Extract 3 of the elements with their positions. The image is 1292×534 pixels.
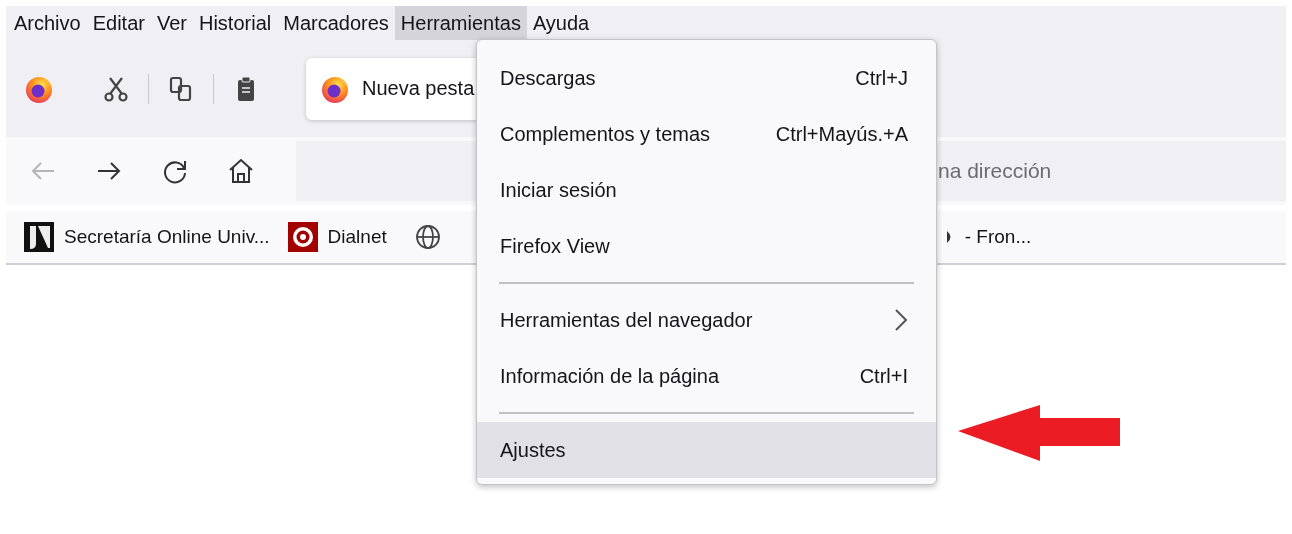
shortcut-label: Ctrl+J bbox=[855, 66, 908, 90]
shortcut-label: Ctrl+I bbox=[859, 364, 908, 388]
shortcut-label: Ctrl+Mayús.+A bbox=[775, 122, 908, 146]
